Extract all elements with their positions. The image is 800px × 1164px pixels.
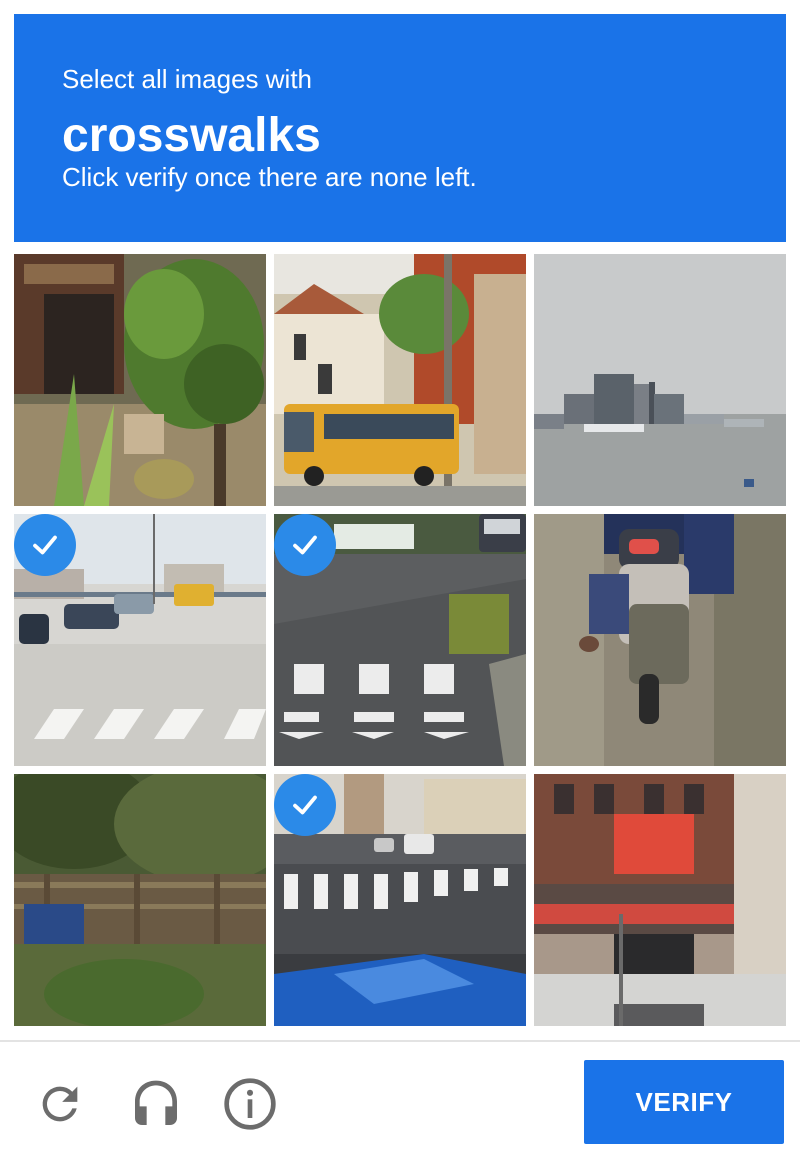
image-grid — [14, 254, 786, 1026]
image-tile-9[interactable] — [534, 774, 786, 1026]
image-tile-5[interactable] — [274, 514, 526, 766]
image-tile-7[interactable] — [14, 774, 266, 1026]
image-tile-1[interactable] — [14, 254, 266, 506]
info-icon — [224, 1078, 276, 1130]
captcha-header: Select all images with crosswalks Click … — [14, 14, 786, 242]
image-tile-2[interactable] — [274, 254, 526, 506]
audio-challenge-button[interactable] — [128, 1074, 184, 1134]
image-tile-3[interactable] — [534, 254, 786, 506]
reload-button[interactable] — [32, 1074, 88, 1134]
target-object-text: crosswalks — [62, 109, 321, 162]
footer-divider — [0, 1040, 800, 1042]
selected-check-icon — [14, 514, 76, 576]
image-tile-4[interactable] — [14, 514, 266, 766]
image-tile-8[interactable] — [274, 774, 526, 1026]
headphones-icon — [135, 1080, 177, 1125]
instruction-text: Select all images with — [62, 64, 312, 94]
hint-text: Click verify once there are none left. — [62, 162, 477, 192]
info-button[interactable] — [222, 1074, 278, 1134]
reload-icon — [42, 1086, 78, 1122]
verify-button[interactable]: VERIFY — [584, 1060, 784, 1144]
selected-check-icon — [274, 514, 336, 576]
image-tile-6[interactable] — [534, 514, 786, 766]
selected-check-icon — [274, 774, 336, 836]
